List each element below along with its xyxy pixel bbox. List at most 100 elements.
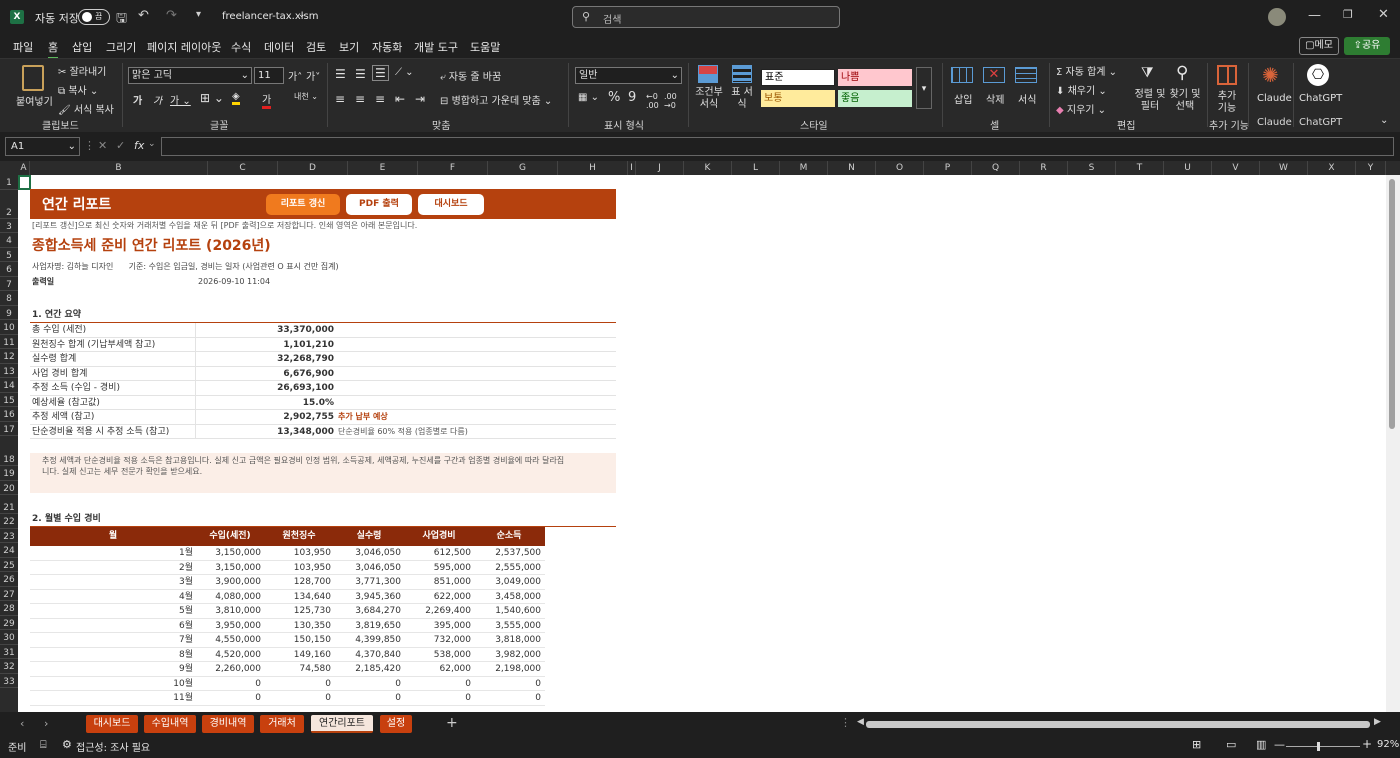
format-painter-button[interactable]: 🖌 서식 복사 [58,101,114,116]
style-bad[interactable]: 나쁨 [838,69,912,86]
row-header[interactable]: 5 [0,247,18,262]
menu-data[interactable]: 데이터 [264,39,294,55]
format-cells-button[interactable]: 서식 [1012,63,1042,115]
dashboard-button[interactable]: 대시보드 [418,194,484,215]
row-header[interactable]: 24 [0,543,18,558]
enter-icon[interactable]: ✓ [116,139,125,152]
menu-page-layout[interactable]: 페이지 레이아웃 [147,39,221,55]
cut-button[interactable]: ✂ 잘라내기 [58,63,106,78]
zoom-level[interactable]: 92% [1377,739,1399,750]
border-icon[interactable]: ⊞ ⌄ [200,91,224,105]
worksheet-grid[interactable]: ABCDEFGHIJKLMNOPQRSTUVWXY 1 2 3 4 5 6 7 8 9 10 11 1… [0,161,1400,712]
phonetic-icon[interactable]: 내천 ⌄ [294,91,318,102]
column-header[interactable]: D [278,161,348,175]
fill-color-icon[interactable]: ◈ [232,91,240,105]
column-header[interactable]: N [828,161,876,175]
decrease-indent-icon[interactable]: ⇤ [395,92,405,106]
column-header[interactable]: Q [972,161,1020,175]
column-header[interactable]: E [348,161,418,175]
font-name-select[interactable]: 맑은 고딕 ⌄ [128,67,252,84]
formula-input[interactable] [161,137,1394,156]
shrink-font-icon[interactable]: 가˅ [306,68,320,83]
redo-icon[interactable]: ↷ [166,8,177,23]
align-right-icon[interactable]: ≡ [375,92,385,106]
chatgpt-button[interactable]: ⎔ ChatGPT [1298,63,1342,115]
minimize-icon[interactable]: — [1308,8,1321,23]
increase-indent-icon[interactable]: ⇥ [415,92,425,106]
column-header[interactable]: W [1260,161,1308,175]
tab-income[interactable]: 수입내역 [144,715,196,733]
zoom-out-icon[interactable]: — [1274,738,1285,751]
undo-icon[interactable]: ↶ [138,8,149,23]
zoom-slider[interactable] [1286,742,1360,751]
row-header[interactable]: 9 [0,305,18,320]
cancel-icon[interactable]: ✕ [98,139,107,152]
column-header[interactable]: U [1164,161,1212,175]
tab-dashboard[interactable]: 대시보드 [86,715,138,733]
column-header[interactable]: F [418,161,488,175]
row-header[interactable]: 30 [0,630,18,645]
delete-cells-button[interactable]: ✕ 삭제 [980,63,1010,115]
menu-developer[interactable]: 개발 도구 [414,39,458,55]
row-header[interactable]: 33 [0,673,18,688]
column-header[interactable]: A [18,161,30,175]
comments-button[interactable]: ▢메모 [1299,37,1339,55]
column-header[interactable]: V [1212,161,1260,175]
menu-review[interactable]: 검토 [306,39,326,55]
page-break-view-icon[interactable]: ▥ [1256,738,1266,751]
row-header[interactable]: 7 [0,276,18,291]
addins-button[interactable]: 추가 기능 [1212,63,1242,115]
row-header[interactable]: 19 [0,466,18,481]
style-good[interactable]: 좋음 [838,90,912,107]
row-header[interactable]: 29 [0,615,18,630]
insert-cells-button[interactable]: 삽입 [948,63,978,115]
sort-filter-button[interactable]: ⧩ 정렬 및 필터 [1133,63,1167,117]
row-header[interactable]: 2 [0,189,18,219]
column-header[interactable]: T [1116,161,1164,175]
align-top-icon[interactable]: ☰ [335,67,346,81]
row-header[interactable]: 25 [0,557,18,572]
align-bottom-icon[interactable]: ☰ [372,65,389,81]
column-header[interactable]: R [1020,161,1068,175]
menu-insert[interactable]: 삽입 [72,39,92,55]
row-header[interactable]: 1 [0,175,18,190]
menu-draw[interactable]: 그리기 [106,39,136,55]
pdf-export-button[interactable]: PDF 출력 [346,194,412,215]
active-cell[interactable] [18,175,31,190]
row-header[interactable]: 23 [0,528,18,543]
column-header[interactable]: C [208,161,278,175]
row-header[interactable]: 6 [0,262,18,277]
column-header[interactable]: L [732,161,780,175]
insert-function-button[interactable]: fx [134,139,144,152]
customize-qat-icon[interactable]: ▾ [196,9,201,20]
column-header[interactable]: Y [1356,161,1386,175]
row-header[interactable]: 10 [0,320,18,335]
clear-button[interactable]: ◆ 지우기 ⌄ [1056,101,1106,116]
autosum-button[interactable]: Σ 자동 합계 ⌄ [1056,63,1117,78]
style-neutral[interactable]: 보통 [761,90,835,107]
copy-button[interactable]: ⧉ 복사 ⌄ [58,82,98,97]
menu-home[interactable]: 홈 [48,39,59,59]
row-header[interactable]: 13 [0,363,18,378]
row-header[interactable]: 27 [0,586,18,601]
row-header[interactable]: 3 [0,218,18,233]
zoom-slider-thumb[interactable] [1317,742,1320,751]
fill-button[interactable]: ⬇ 채우기 ⌄ [1056,82,1107,97]
row-header[interactable]: 14 [0,378,18,393]
column-header[interactable]: X [1308,161,1356,175]
accounting-icon[interactable]: ▦ ⌄ [578,92,599,103]
number-format-select[interactable]: 일반 ⌄ [575,67,682,84]
column-header[interactable]: P [924,161,972,175]
paste-button[interactable]: 붙여넣기 [14,63,54,113]
row-header[interactable]: 12 [0,349,18,364]
row-header[interactable]: 22 [0,514,18,529]
row-header[interactable]: 28 [0,601,18,616]
search-box[interactable]: ⚲ 검색 [572,6,840,28]
align-middle-icon[interactable]: ☰ [355,67,366,81]
save-icon[interactable]: 🖫 [116,9,127,31]
accessibility-status[interactable]: 접근성: 조사 필요 [76,739,150,754]
percent-icon[interactable]: % [608,90,620,105]
tab-annual-report[interactable]: 연간리포트 [311,715,373,733]
font-color-icon[interactable]: 가 [262,91,272,109]
merge-center-button[interactable]: ⊟ 병합하고 가운데 맞춤 ⌄ [440,92,552,107]
